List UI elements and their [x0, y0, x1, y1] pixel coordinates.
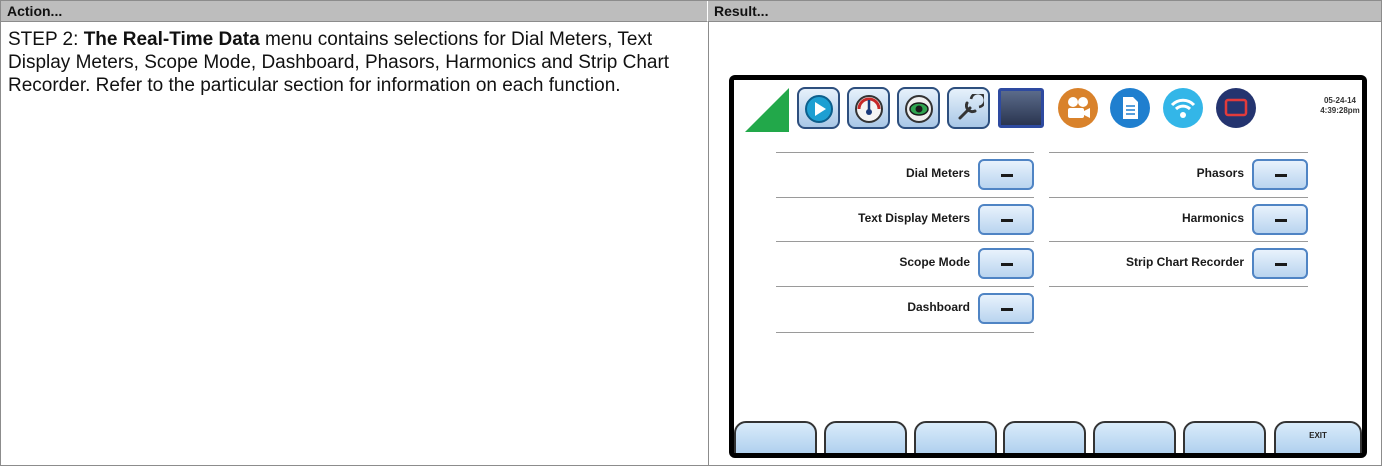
softkey-4[interactable]	[1003, 421, 1086, 453]
device-screen: 05-24-14 4:39:28pm Dial Meters Text Disp…	[729, 75, 1367, 458]
toolbar: 05-24-14 4:39:28pm	[734, 80, 1362, 136]
dash-icon	[1001, 174, 1013, 177]
dash-icon	[1275, 219, 1287, 222]
step-prefix: STEP 2:	[8, 29, 84, 50]
strip-chart-recorder-button[interactable]	[1252, 248, 1308, 279]
menu-item-harmonics: Harmonics	[1049, 198, 1308, 242]
menu-item-dashboard: Dashboard	[776, 287, 1034, 331]
menu-item-dial-meters: Dial Meters	[776, 153, 1034, 197]
softkey-3[interactable]	[914, 421, 997, 453]
menu-item-label: Phasors	[1196, 166, 1244, 180]
exit-label: EXIT	[1309, 431, 1327, 440]
date-text: 05-24-14	[1323, 96, 1357, 105]
wireless-icon[interactable]	[1162, 87, 1204, 129]
softkey-6[interactable]	[1183, 421, 1266, 453]
menu-item-phasors: Phasors	[1049, 153, 1308, 197]
phasors-button[interactable]	[1252, 159, 1308, 190]
document-icon[interactable]	[1109, 87, 1151, 129]
time-text: 4:39:28pm	[1320, 106, 1360, 115]
home-triangle-icon[interactable]	[745, 88, 789, 132]
dash-icon	[1275, 174, 1287, 177]
divider	[776, 332, 1034, 333]
action-column-header: Action...	[1, 1, 708, 22]
menu-item-label: Dial Meters	[905, 166, 970, 180]
dial-meters-button[interactable]	[978, 159, 1034, 190]
menu-item-strip-chart-recorder: Strip Chart Recorder	[1049, 242, 1308, 286]
menu-left-column: Dial Meters Text Display Meters Scope Mo…	[776, 152, 1034, 337]
result-column-header: Result...	[708, 1, 1381, 22]
step-description: STEP 2: The Real-Time Data menu contains…	[8, 28, 703, 97]
menu-item-scope-mode: Scope Mode	[776, 242, 1034, 286]
softkey-5[interactable]	[1093, 421, 1176, 453]
video-camera-icon[interactable]	[1057, 87, 1099, 129]
menu-item-label: Text Display Meters	[858, 211, 970, 225]
menu-right-column: Phasors Harmonics Strip Chart Recorder	[1049, 152, 1308, 292]
menu-item-label: Strip Chart Recorder	[1125, 255, 1244, 269]
softkey-2[interactable]	[824, 421, 907, 453]
softkey-1[interactable]	[734, 421, 817, 453]
meter-gauge-icon[interactable]	[847, 87, 890, 129]
menu-item-label: Harmonics	[1181, 211, 1244, 225]
exit-softkey[interactable]: EXIT	[1274, 421, 1362, 453]
dash-icon	[1001, 263, 1013, 266]
dashboard-button[interactable]	[978, 293, 1034, 324]
play-icon[interactable]	[797, 87, 840, 129]
wrench-icon[interactable]	[947, 87, 990, 129]
date-time-readout: 05-24-14 4:39:28pm	[1318, 96, 1362, 116]
harmonics-button[interactable]	[1252, 204, 1308, 235]
column-divider	[708, 22, 709, 465]
softkey-bar: EXIT	[734, 421, 1362, 453]
eye-icon[interactable]	[897, 87, 940, 129]
menu-item-label: Scope Mode	[899, 255, 970, 269]
dash-icon	[1001, 219, 1013, 222]
tablet-icon[interactable]	[998, 88, 1044, 128]
menu-item-text-display-meters: Text Display Meters	[776, 198, 1034, 242]
text-display-meters-button[interactable]	[978, 204, 1034, 235]
menu-item-label: Dashboard	[907, 300, 970, 314]
step-menu-name: The Real-Time Data	[83, 29, 260, 50]
device-display: 05-24-14 4:39:28pm Dial Meters Text Disp…	[734, 80, 1362, 453]
divider	[1049, 286, 1308, 287]
dash-icon	[1275, 263, 1287, 266]
dash-icon	[1001, 308, 1013, 311]
scope-mode-button[interactable]	[978, 248, 1034, 279]
screen-frame-icon[interactable]	[1215, 87, 1257, 129]
